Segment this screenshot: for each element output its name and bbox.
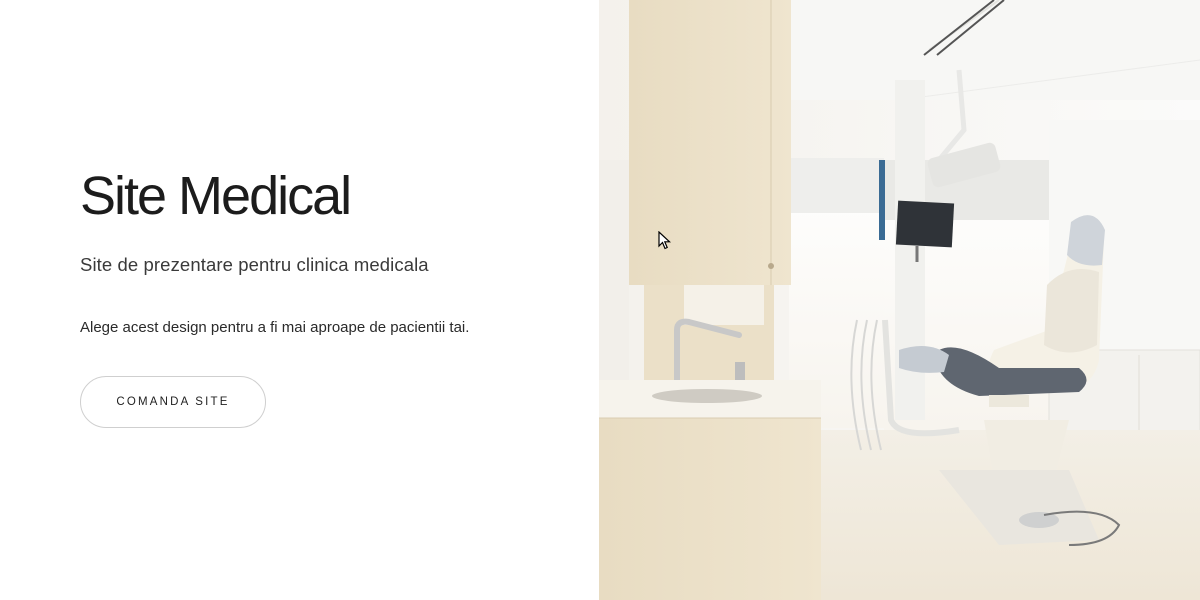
hero-text-panel: Site Medical Site de prezentare pentru c… bbox=[0, 0, 599, 600]
page-subtitle: Site de prezentare pentru clinica medica… bbox=[80, 254, 429, 275]
dental-clinic-image bbox=[599, 0, 1200, 600]
page: Site Medical Site de prezentare pentru c… bbox=[0, 0, 1200, 600]
mouse-cursor-icon bbox=[658, 231, 672, 250]
page-description: Alege acest design pentru a fi mai aproa… bbox=[80, 319, 470, 336]
dental-clinic-illustration bbox=[599, 0, 1200, 600]
order-site-button-label: COMANDA SITE bbox=[116, 396, 230, 408]
order-site-button[interactable]: COMANDA SITE bbox=[80, 376, 266, 428]
page-title: Site Medical bbox=[80, 166, 352, 226]
